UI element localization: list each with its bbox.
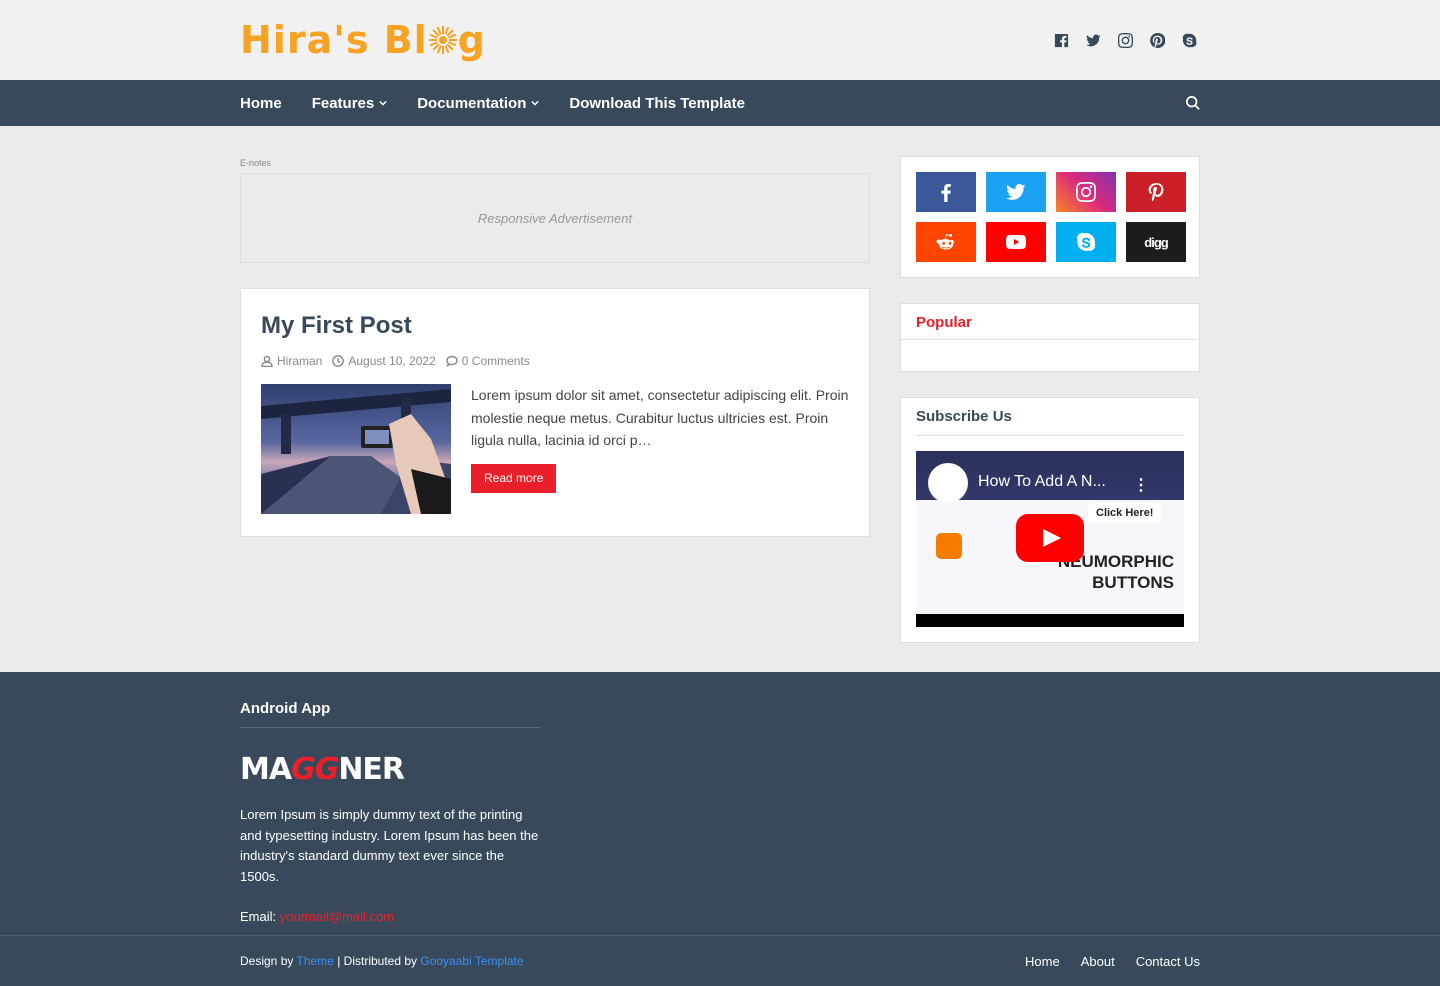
video-title[interactable]: How To Add A N... <box>978 473 1106 491</box>
twitter-icon[interactable] <box>1084 31 1102 49</box>
nav-item-home[interactable]: Home <box>240 95 282 112</box>
main-nav: Home Features Documentation Download Thi… <box>0 80 1440 126</box>
post-comments[interactable]: 0 Comments <box>446 354 530 368</box>
post-title[interactable]: My First Post <box>261 312 849 340</box>
pinterest-button[interactable] <box>1126 172 1186 212</box>
date-text: August 10, 2022 <box>348 354 436 368</box>
footer-links: Home About Contact Us <box>1025 954 1200 969</box>
credit-text: Design by <box>240 954 294 968</box>
instagram-button[interactable] <box>1056 172 1116 212</box>
logo-part: NER <box>338 752 405 787</box>
post-author[interactable]: Hiraman <box>261 354 322 368</box>
nav-label: Download This Template <box>569 94 745 112</box>
subscribe-title: Subscribe Us <box>916 398 1184 436</box>
footer-email: Email: yourmail@mail.com <box>240 909 540 924</box>
youtube-button[interactable] <box>986 222 1046 262</box>
play-button-icon[interactable] <box>1016 514 1084 562</box>
nav-item-download[interactable]: Download This Template <box>569 95 745 112</box>
header-social-links <box>1052 31 1198 49</box>
ad-text: Responsive Advertisement <box>477 210 633 226</box>
top-header: Hira's Bl g <box>0 0 1440 80</box>
post-card: My First Post Hiraman August 10, 2022 0 … <box>240 288 870 537</box>
chevron-down-icon <box>531 100 540 106</box>
footer-link-about[interactable]: About <box>1081 954 1115 969</box>
footer-android-app: Android App MAGGNER Lorem Ipsum is simpl… <box>240 700 540 924</box>
read-more-button[interactable]: Read more <box>471 463 557 493</box>
social-widget: digg <box>900 156 1200 278</box>
digg-icon: digg <box>1144 234 1168 250</box>
instagram-icon <box>1076 182 1096 202</box>
post-thumbnail[interactable] <box>261 384 451 514</box>
gooyaabi-link[interactable]: Gooyaabi Template <box>420 954 523 968</box>
nav-menu: Home Features Documentation Download Thi… <box>240 95 745 112</box>
post-excerpt-wrap: Lorem ipsum dolor sit amet, consectetur … <box>471 384 849 514</box>
post-body: Lorem ipsum dolor sit amet, consectetur … <box>261 384 849 514</box>
logo-text: Hira's Bl <box>240 18 428 62</box>
footer-description: Lorem Ipsum is simply dummy text of the … <box>240 807 539 884</box>
logo-text-end: g <box>457 18 486 62</box>
facebook-button[interactable] <box>916 172 976 212</box>
nav-label: Home <box>240 94 282 112</box>
sidebar: digg Popular Subscribe Us How To Add A N… <box>900 156 1200 668</box>
instagram-icon[interactable] <box>1116 31 1134 49</box>
skype-button[interactable] <box>1056 222 1116 262</box>
email-link[interactable]: yourmail@mail.com <box>280 909 394 924</box>
blogger-icon <box>936 533 962 559</box>
skype-icon[interactable] <box>1180 31 1198 49</box>
channel-avatar[interactable] <box>928 463 968 503</box>
footer-link-home[interactable]: Home <box>1025 954 1060 969</box>
theme-link[interactable]: Theme <box>297 954 334 968</box>
ad-label: E-notes <box>240 158 272 168</box>
facebook-icon <box>941 184 951 202</box>
twitter-icon <box>1006 184 1026 200</box>
social-buttons-grid: digg <box>901 157 1199 277</box>
credit-text: | Distributed by <box>337 954 418 968</box>
skype-icon <box>1077 233 1096 251</box>
logo-part-red: GG <box>291 752 339 787</box>
facebook-icon[interactable] <box>1052 31 1070 49</box>
popular-list <box>901 340 1199 371</box>
footer-logo[interactable]: MAGGNER <box>240 752 540 787</box>
twitter-button[interactable] <box>986 172 1046 212</box>
reddit-button[interactable] <box>916 222 976 262</box>
footer-title: Android App <box>240 700 540 728</box>
email-label: Email: <box>240 909 277 924</box>
search-icon[interactable] <box>1186 96 1200 110</box>
popular-title: Popular <box>901 304 1199 340</box>
main-content: E-notes Responsive Advertisement My Firs… <box>240 156 870 537</box>
nav-item-documentation[interactable]: Documentation <box>417 94 540 112</box>
credits: Design by Theme | Distributed by Gooyaab… <box>240 954 524 968</box>
youtube-video-embed[interactable]: How To Add A N... ⋮ Click Here! NEUMORPH… <box>916 451 1184 627</box>
footer: Android App MAGGNER Lorem Ipsum is simpl… <box>0 672 1440 935</box>
chevron-down-icon <box>379 100 387 106</box>
reddit-icon <box>936 234 954 250</box>
pinterest-icon <box>1148 183 1164 202</box>
nav-item-features[interactable]: Features <box>312 95 388 112</box>
post-date: August 10, 2022 <box>332 354 436 368</box>
comments-text: 0 Comments <box>461 354 530 368</box>
subscribe-widget: Subscribe Us How To Add A N... ⋮ Click H… <box>900 397 1200 643</box>
author-name: Hiraman <box>277 354 323 368</box>
more-options-icon[interactable]: ⋮ <box>1133 475 1149 495</box>
overlay-line: BUTTONS <box>1092 573 1174 592</box>
logo-part: MA <box>240 752 292 787</box>
clock-icon <box>332 355 345 367</box>
bottom-bar: Design by Theme | Distributed by Gooyaab… <box>0 935 1440 986</box>
digg-button[interactable]: digg <box>1126 222 1186 262</box>
video-overlay-button: Click Here! <box>1088 503 1162 523</box>
nav-label: Documentation <box>417 94 527 112</box>
logo-sun-icon <box>428 26 457 54</box>
advertisement-box[interactable]: Responsive Advertisement <box>240 173 870 263</box>
post-excerpt: Lorem ipsum dolor sit amet, consectetur … <box>471 387 849 448</box>
post-meta: Hiraman August 10, 2022 0 Comments <box>261 354 849 368</box>
site-logo[interactable]: Hira's Bl g <box>240 18 486 62</box>
youtube-icon <box>1006 235 1026 249</box>
comments-icon <box>446 355 458 367</box>
footer-link-contact[interactable]: Contact Us <box>1136 954 1200 969</box>
nav-label: Features <box>311 94 375 112</box>
pinterest-icon[interactable] <box>1148 31 1166 49</box>
popular-widget: Popular <box>900 303 1200 372</box>
user-icon <box>261 355 273 367</box>
